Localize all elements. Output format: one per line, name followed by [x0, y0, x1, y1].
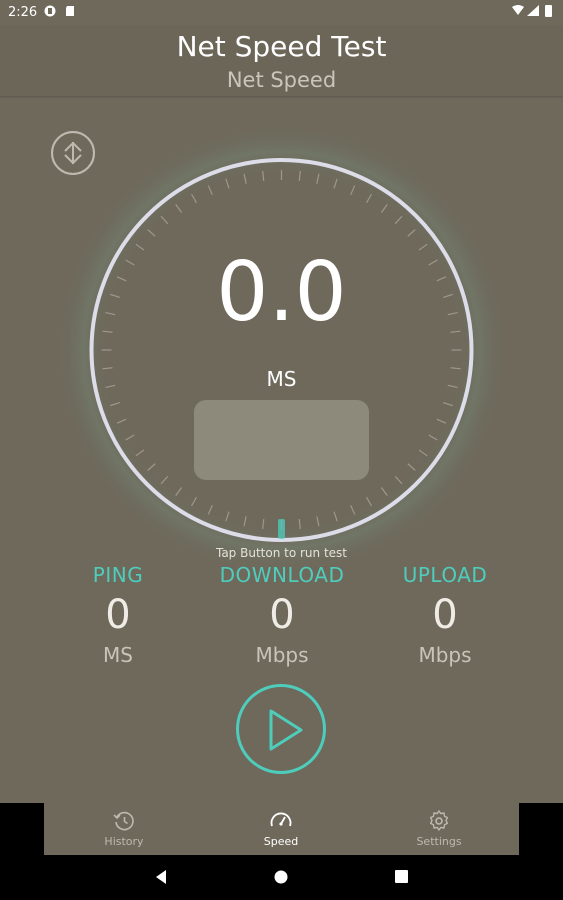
app-title: Net Speed Test — [176, 30, 387, 63]
gauge-value: 0.0 — [216, 245, 347, 340]
upload-unit: Mbps — [418, 643, 472, 667]
nav-item-history[interactable]: History — [64, 809, 184, 848]
status-bar: 2:26 — [0, 0, 563, 26]
ping-unit: MS — [103, 643, 133, 667]
nav-side-filler-right — [519, 803, 563, 855]
ping-value: 0 — [105, 592, 131, 638]
recents-icon[interactable] — [395, 870, 408, 883]
app-subtitle: Net Speed — [226, 68, 337, 92]
start-test-button[interactable] — [236, 684, 326, 774]
download-unit: Mbps — [255, 643, 309, 667]
gauge-needle-marker — [278, 519, 285, 539]
speed-gauge: 0.0 MS — [50, 130, 513, 580]
gauge-unit: MS — [266, 367, 297, 391]
gauge-glow — [56, 130, 507, 575]
ping-stat: PING 0 MS — [28, 563, 208, 667]
nav-item-settings[interactable]: Settings — [379, 809, 499, 848]
battery-icon — [545, 5, 552, 17]
run-test-hint: Tap Button to run test — [215, 546, 347, 560]
ping-label: PING — [92, 563, 144, 587]
play-icon — [269, 709, 303, 751]
signal-icon — [527, 5, 539, 16]
system-nav-bar — [0, 855, 563, 900]
gauge-info-panel — [194, 400, 369, 480]
system-status-icons — [512, 5, 552, 17]
gauge-dial — [56, 130, 507, 575]
upload-stat: UPLOAD 0 Mbps — [355, 563, 535, 667]
notification-icon — [44, 5, 56, 17]
nav-label-speed: Speed — [263, 835, 299, 848]
gear-icon — [429, 810, 449, 831]
bottom-nav: History Speed Settings — [44, 803, 519, 855]
nav-side-filler-left — [0, 803, 44, 855]
sd-card-icon — [66, 6, 74, 16]
nav-label-settings: Settings — [416, 835, 462, 848]
wifi-icon — [512, 5, 524, 15]
stats-row: PING 0 MS DOWNLOAD 0 Mbps UPLOAD 0 Mbps — [0, 563, 563, 693]
upload-label: UPLOAD — [402, 563, 488, 587]
nav-item-speed[interactable]: Speed — [221, 809, 341, 848]
back-icon[interactable] — [154, 869, 168, 885]
download-stat: DOWNLOAD 0 Mbps — [192, 563, 372, 667]
upload-value: 0 — [432, 592, 458, 638]
history-icon — [113, 811, 134, 831]
upload-arrow-icon — [51, 131, 95, 175]
nav-label-history: History — [104, 835, 144, 848]
app-bar: Net Speed Test Net Speed — [0, 26, 563, 96]
home-icon[interactable] — [274, 870, 288, 884]
speedometer-icon — [270, 812, 292, 827]
download-label: DOWNLOAD — [219, 563, 345, 587]
status-time: 2:26 — [8, 5, 38, 20]
download-value: 0 — [269, 592, 295, 638]
